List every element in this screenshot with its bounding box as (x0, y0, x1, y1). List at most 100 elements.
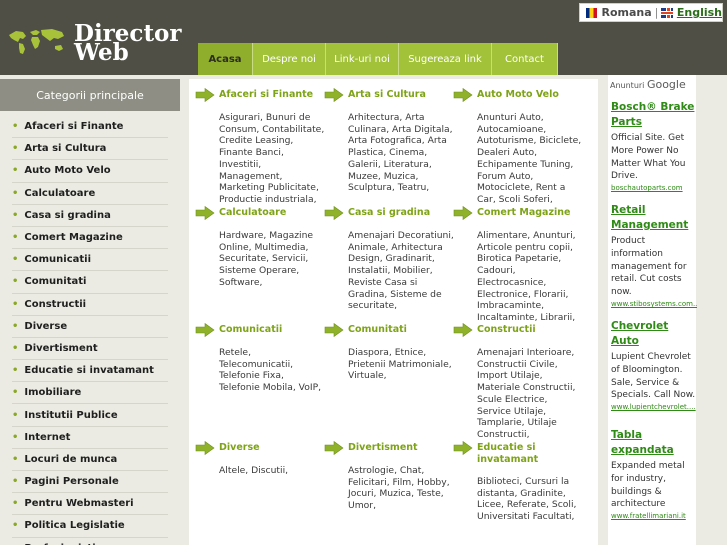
language-switcher: Romana | English (579, 3, 723, 22)
sidebar-item-label: Pagini Personale (24, 476, 119, 488)
sidebar-item-divertisment[interactable]: • Divertisment (12, 338, 168, 361)
category-title-link[interactable]: Comunicatii (219, 324, 282, 336)
category-divertisment: Divertisment Astrologie, Chat, Felicitari… (324, 440, 454, 512)
ad-title-link[interactable]: Retail Management (611, 203, 697, 233)
ad-url-link[interactable]: boschautoparts.com (611, 184, 697, 192)
google-logo: Google (646, 78, 686, 91)
category-title-link[interactable]: Educatie si invatamant (477, 442, 583, 466)
sidebar-item-label: Internet (24, 431, 71, 443)
world-map-icon (9, 29, 64, 54)
category-title-link[interactable]: Constructii (477, 324, 536, 336)
ad-bosch-brake-parts: Bosch® Brake Parts Official Site. Get Mor… (611, 100, 697, 192)
category-header: Educatie si invatamant (453, 440, 583, 466)
category-header: Comunitati (324, 322, 454, 337)
sidebar-item-pagini-personale[interactable]: • Pagini Personale (12, 471, 168, 494)
nav-item-acasa[interactable]: Acasa (198, 43, 253, 75)
main-nav: Acasa Despre noi Link-uri noi Sugereaza … (198, 43, 558, 75)
category-title-link[interactable]: Comert Magazine (477, 207, 570, 219)
sidebar-item-label: Casa si gradina (24, 209, 111, 221)
arrow-right-icon (195, 323, 215, 337)
romania-flag-icon[interactable] (586, 7, 598, 18)
sidebar-item-locuri-de-munca[interactable]: • Locuri de munca (12, 449, 168, 471)
ad-title-link[interactable]: Bosch® Brake Parts (611, 100, 697, 130)
nav-item-despre-noi[interactable]: Despre noi (253, 43, 326, 75)
sidebar-item-label: Arta si Cultura (24, 143, 107, 155)
sidebar-item-comunicatii[interactable]: • Comunicatii (12, 249, 168, 272)
category-header: Comert Magazine (453, 205, 583, 220)
sidebar-item-diverse[interactable]: • Diverse (12, 316, 168, 338)
sidebar-item-arta-si-cultura[interactable]: • Arta si Cultura (12, 138, 168, 161)
nav-item-contact[interactable]: Contact (492, 43, 558, 75)
bullet-icon: • (12, 387, 19, 399)
bullet-icon: • (12, 431, 19, 443)
ad-url-link[interactable]: www.fratellimariani.it (611, 512, 697, 520)
sidebar-item-auto-moto-velo[interactable]: • Auto Moto Velo (12, 160, 168, 183)
ad-text: Lupient Chevrolet of Bloomington. Sale, … (611, 352, 696, 401)
sidebar-item-pentru-webmasteri[interactable]: • Pentru Webmasteri (12, 493, 168, 516)
category-auto-moto-velo: Auto Moto Velo Anunturi Auto, Autocamioan… (453, 87, 583, 206)
bullet-icon: • (12, 165, 19, 177)
category-header: Divertisment (324, 440, 454, 455)
category-subcategories: Biblioteci, Cursuri la distanta, Gradini… (477, 476, 577, 523)
arrow-right-icon (195, 206, 215, 220)
category-title-link[interactable]: Arta si Cultura (348, 89, 426, 101)
sidebar-item-calculatoare[interactable]: • Calculatoare (12, 183, 168, 205)
sidebar-item-politica-legislatie[interactable]: • Politica Legislatie (12, 515, 168, 538)
bullet-icon: • (12, 476, 19, 488)
sidebar-item-imobiliare[interactable]: • Imobiliare (12, 382, 168, 405)
ad-text: Official Site. Get More Power No Matter … (611, 133, 686, 182)
uk-flag-icon[interactable] (661, 7, 673, 18)
bullet-icon: • (12, 320, 19, 332)
category-subcategories: Anunturi Auto, Autocamioane, Autoturisme… (477, 112, 582, 205)
sidebar-item-label: Divertisment (24, 342, 98, 354)
sidebar-item-institutii-publice[interactable]: • Institutii Publice (12, 404, 168, 427)
language-romanian-link[interactable]: Romana (601, 6, 651, 19)
category-title-link[interactable]: Afaceri si Finante (219, 89, 313, 101)
site-logo[interactable]: Director Web (6, 20, 182, 68)
sidebar-item-constructii[interactable]: • Constructii (12, 294, 168, 316)
sidebar-item-comert-magazine[interactable]: • Comert Magazine (12, 227, 168, 250)
sidebar-item-label: Educatie si invatamant (24, 365, 154, 377)
site-header: Director Web Romana | English Acasa Desp… (0, 0, 727, 75)
category-title-link[interactable]: Calculatoare (219, 207, 286, 219)
category-subcategories: Diaspora, Etnice, Prietenii Matrimoniale… (348, 347, 452, 382)
language-english-link[interactable]: English (677, 6, 722, 19)
category-title-link[interactable]: Diverse (219, 442, 260, 454)
arrow-right-icon (453, 88, 473, 102)
bullet-icon: • (12, 276, 19, 288)
sidebar-item-label: Pentru Webmasteri (24, 498, 134, 510)
sidebar-item-label: Institutii Publice (24, 409, 118, 421)
category-title-link[interactable]: Auto Moto Velo (477, 89, 559, 101)
ad-url-link[interactable]: www.stibosystems.com... (611, 300, 697, 308)
sidebar-item-internet[interactable]: • Internet (12, 427, 168, 449)
category-subcategories: Altele, Discutii, (219, 465, 289, 476)
category-header: Casa si gradina (324, 205, 454, 220)
sidebar-item-label: Afaceri si Finante (24, 121, 124, 133)
sidebar-item-profesionisti[interactable]: •Profesionisti (12, 538, 168, 545)
sidebar-item-label: Comunitati (24, 276, 87, 288)
sidebar-item-afaceri-si-finante[interactable]: • Afaceri si Finante (12, 116, 168, 139)
category-title-link[interactable]: Casa si gradina (348, 207, 430, 219)
bullet-icon: • (12, 409, 19, 421)
arrow-right-icon (324, 323, 344, 337)
sidebar-title: Categorii principale (0, 79, 180, 111)
nav-item-link-uri-noi[interactable]: Link-uri noi (326, 43, 399, 75)
sidebar-item-comunitati[interactable]: • Comunitati (12, 271, 168, 294)
category-constructii: Constructii Amenajari Interioare, Constru… (453, 322, 583, 441)
sidebar-item-casa-si-gradina[interactable]: • Casa si gradina (12, 205, 168, 227)
ad-title-link[interactable]: Chevrolet Auto (611, 319, 697, 349)
ad-title-link[interactable]: Tabla expandata (611, 428, 697, 458)
category-title-link[interactable]: Comunitati (348, 324, 407, 336)
ad-retail-management: Retail Management Product information man… (611, 203, 697, 308)
sidebar-item-educatie-si-invatamant[interactable]: • Educatie si invatamant (12, 360, 168, 383)
bullet-icon: • (12, 498, 19, 510)
nav-item-sugereaza-link[interactable]: Sugereaza link (399, 43, 492, 75)
category-title-link[interactable]: Divertisment (348, 442, 418, 454)
bullet-icon: • (12, 453, 19, 465)
bullet-icon: • (12, 254, 19, 266)
category-subcategories: Hardware, Magazine Online, Multimedia, S… (219, 230, 314, 288)
sidebar-item-label: Politica Legislatie (24, 520, 125, 532)
category-header: Afaceri si Finante (195, 87, 325, 102)
ad-url-link[interactable]: www.lupientchevrolet.... (611, 403, 697, 411)
language-separator: | (654, 6, 659, 19)
